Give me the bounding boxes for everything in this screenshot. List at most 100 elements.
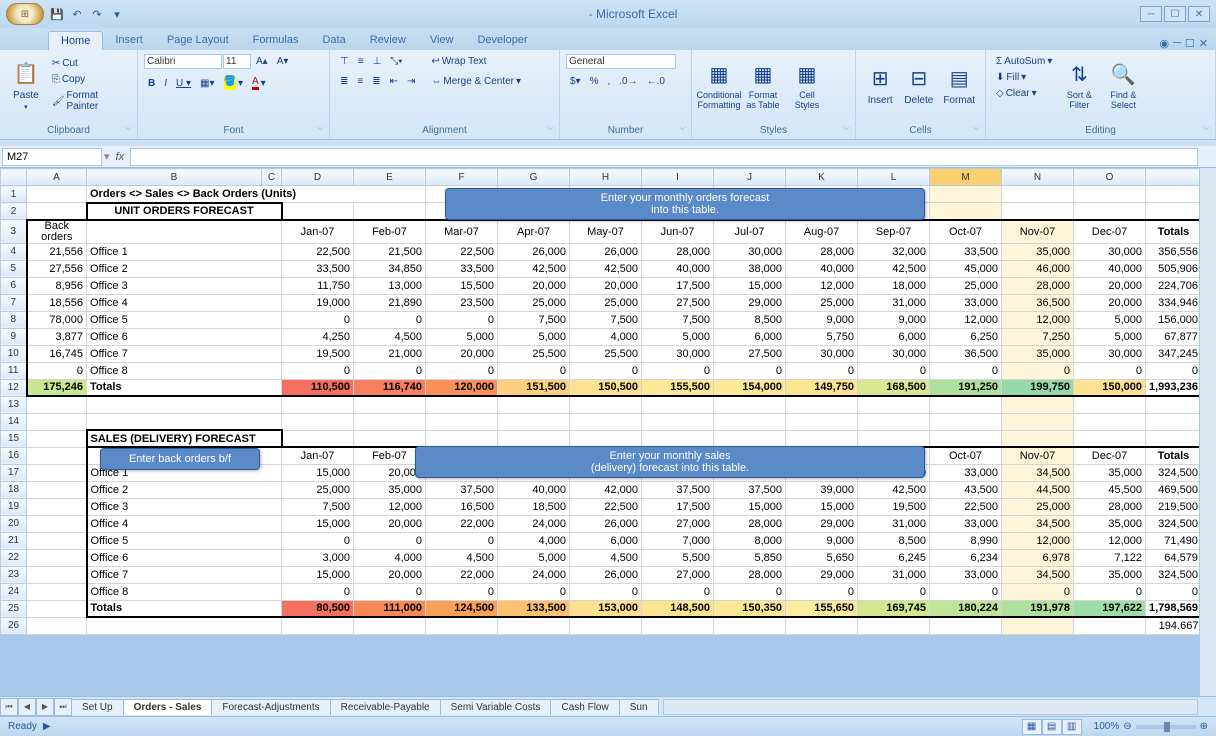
shrink-font-button[interactable]: A▾ [273, 54, 293, 69]
decrease-indent-button[interactable]: ⇤ [386, 74, 402, 89]
column-header[interactable]: J [714, 169, 786, 186]
align-center-button[interactable]: ≡ [353, 74, 367, 89]
format-cells-button[interactable]: ▤Format [939, 54, 979, 116]
mdi-minimize-icon[interactable]: ─ [1173, 37, 1181, 50]
align-left-button[interactable]: ≣ [336, 74, 352, 89]
sheet-tab[interactable]: Forecast-Adjustments [211, 699, 330, 715]
column-header[interactable]: C [262, 169, 282, 186]
font-name-select[interactable] [144, 54, 222, 69]
tab-last-button[interactable]: ⏭ [54, 698, 72, 716]
sort-filter-button[interactable]: ⇅Sort & Filter [1058, 54, 1100, 116]
format-painter-button[interactable]: 🖌Format Painter [48, 88, 131, 114]
tab-page-layout[interactable]: Page Layout [155, 31, 241, 50]
border-button[interactable]: ▦▾ [196, 76, 218, 91]
increase-indent-button[interactable]: ⇥ [403, 74, 419, 89]
wrap-text-button[interactable]: ↩Wrap Text [427, 54, 525, 69]
column-header[interactable]: A [27, 169, 87, 186]
align-middle-button[interactable]: ≡ [354, 54, 368, 69]
tab-developer[interactable]: Developer [465, 31, 539, 50]
column-header[interactable]: M [930, 169, 1002, 186]
align-bottom-button[interactable]: ⊥ [369, 54, 386, 69]
page-break-view-button[interactable]: ▥ [1062, 719, 1082, 735]
format-as-table-button[interactable]: ▦Format as Table [742, 54, 784, 116]
comma-button[interactable]: , [604, 74, 615, 89]
column-header[interactable]: E [354, 169, 426, 186]
percent-button[interactable]: % [586, 74, 603, 89]
underline-button[interactable]: U ▾ [172, 76, 195, 91]
currency-button[interactable]: $▾ [566, 74, 585, 89]
sheet-tab[interactable]: Semi Variable Costs [440, 699, 552, 715]
conditional-formatting-button[interactable]: ▦Conditional Formatting [698, 54, 740, 116]
zoom-slider[interactable] [1136, 725, 1196, 729]
align-right-button[interactable]: ≣ [368, 74, 384, 89]
redo-icon[interactable]: ↷ [88, 5, 106, 23]
column-header[interactable]: I [642, 169, 714, 186]
grow-font-button[interactable]: A▴ [252, 54, 272, 69]
restore-button[interactable]: ☐ [1164, 6, 1186, 22]
zoom-in-button[interactable]: ⊕ [1200, 721, 1208, 732]
bold-button[interactable]: B [144, 76, 159, 91]
column-header[interactable]: G [498, 169, 570, 186]
tab-home[interactable]: Home [48, 31, 103, 50]
tab-insert[interactable]: Insert [103, 31, 155, 50]
normal-view-button[interactable]: ▦ [1022, 719, 1042, 735]
tab-view[interactable]: View [418, 31, 466, 50]
orientation-button[interactable]: ⤡▾ [386, 54, 406, 69]
zoom-out-button[interactable]: ⊖ [1123, 721, 1131, 732]
fill-button[interactable]: ⬇ Fill ▾ [992, 70, 1056, 85]
horizontal-scrollbar[interactable] [663, 699, 1198, 715]
minimize-button[interactable]: ─ [1140, 6, 1162, 22]
sheet-tab[interactable]: Set Up [71, 699, 124, 715]
tab-next-button[interactable]: ▶ [36, 698, 54, 716]
column-header[interactable]: N [1002, 169, 1074, 186]
column-header[interactable]: F [426, 169, 498, 186]
office-button[interactable]: ⊞ [6, 3, 44, 25]
qat-dropdown-icon[interactable]: ▾ [108, 5, 126, 23]
column-header[interactable]: K [786, 169, 858, 186]
save-icon[interactable]: 💾 [48, 5, 66, 23]
sheet-tab[interactable]: Receivable-Payable [330, 699, 441, 715]
mdi-restore-icon[interactable]: ☐ [1185, 37, 1195, 50]
mdi-close-icon[interactable]: ✕ [1199, 37, 1208, 50]
sheet-tab[interactable]: Orders - Sales [123, 699, 213, 715]
paste-button[interactable]: 📋Paste▾ [6, 54, 46, 116]
column-header[interactable] [1, 169, 27, 186]
copy-button[interactable]: ⎘Copy [48, 72, 131, 87]
font-size-select[interactable] [223, 54, 251, 69]
tab-data[interactable]: Data [310, 31, 357, 50]
clear-button[interactable]: ◇ Clear ▾ [992, 86, 1056, 101]
italic-button[interactable]: I [160, 76, 171, 91]
decrease-decimal-button[interactable]: ←.0 [643, 74, 669, 89]
page-layout-view-button[interactable]: ▤ [1042, 719, 1062, 735]
font-color-button[interactable]: A▾ [248, 74, 270, 92]
vertical-scrollbar[interactable] [1199, 168, 1216, 696]
spreadsheet-grid[interactable]: ABCDEFGHIJKLMNO1Orders <> Sales <> Back … [0, 168, 1203, 635]
column-header[interactable]: H [570, 169, 642, 186]
help-icon[interactable]: ◉ [1160, 37, 1170, 50]
column-header[interactable]: D [282, 169, 354, 186]
formula-input[interactable] [130, 148, 1198, 166]
fx-icon[interactable]: fx [110, 151, 131, 163]
tab-prev-button[interactable]: ◀ [18, 698, 36, 716]
align-top-button[interactable]: ⊤ [336, 54, 353, 69]
column-header[interactable]: B [87, 169, 262, 186]
cut-button[interactable]: ✂Cut [48, 56, 131, 71]
number-format-select[interactable] [566, 54, 676, 69]
fill-color-button[interactable]: 🪣▾ [220, 74, 247, 92]
find-select-button[interactable]: 🔍Find & Select [1102, 54, 1144, 116]
column-header[interactable]: O [1074, 169, 1146, 186]
name-box[interactable] [2, 148, 102, 166]
tab-review[interactable]: Review [358, 31, 418, 50]
cell-styles-button[interactable]: ▦Cell Styles [786, 54, 828, 116]
delete-cells-button[interactable]: ⊟Delete [900, 54, 937, 116]
sheet-tab[interactable]: Sun [619, 699, 659, 715]
merge-center-button[interactable]: ⇔Merge & Center ▾ [427, 74, 525, 89]
undo-icon[interactable]: ↶ [68, 5, 86, 23]
increase-decimal-button[interactable]: .0→ [615, 74, 641, 89]
insert-cells-button[interactable]: ⊞Insert [862, 54, 898, 116]
sheet-tab[interactable]: Cash Flow [550, 699, 619, 715]
close-button[interactable]: ✕ [1188, 6, 1210, 22]
autosum-button[interactable]: Σ AutoSum ▾ [992, 54, 1056, 69]
macro-icon[interactable]: ▶ [43, 721, 51, 732]
column-header[interactable]: L [858, 169, 930, 186]
